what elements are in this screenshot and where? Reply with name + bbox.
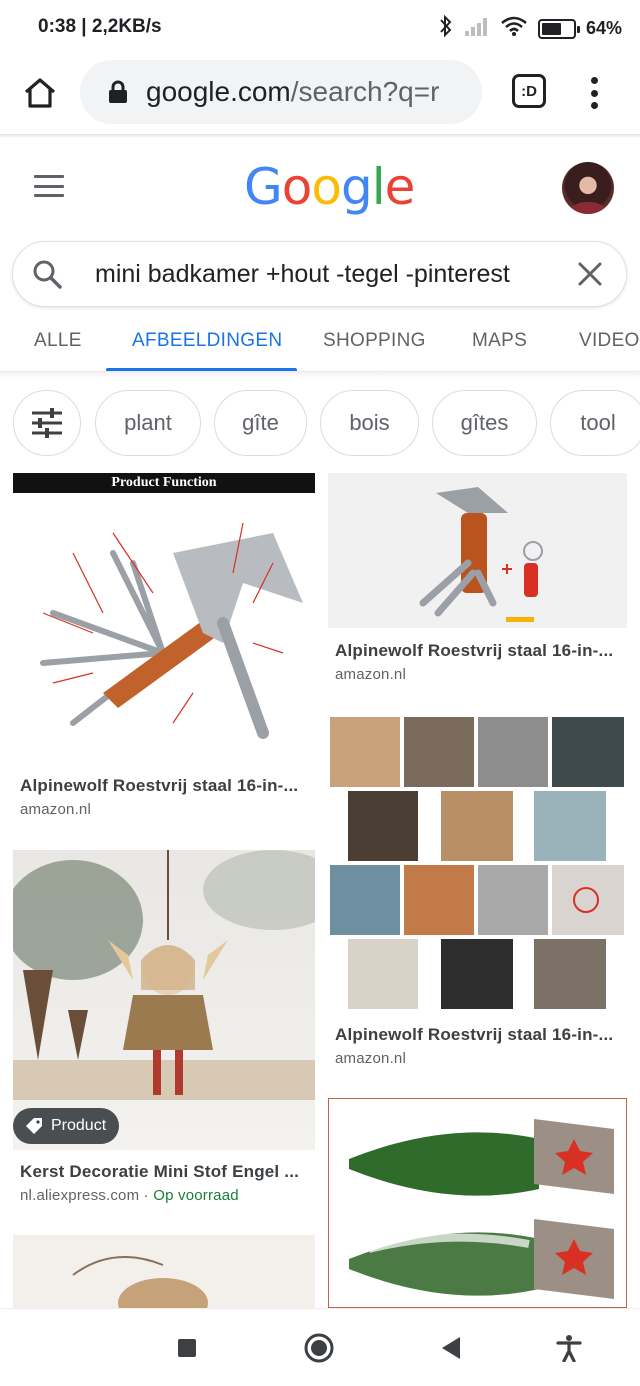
result-image-multitool-collage[interactable]	[328, 715, 627, 1013]
angel-ornament-illustration	[13, 850, 315, 1100]
accessibility-button[interactable]	[552, 1331, 586, 1365]
result-source-line: nl.aliexpress.com · Op voorraad	[20, 1187, 239, 1204]
stock-status: · Op voorraad	[143, 1187, 239, 1204]
chip-gite[interactable]: gîte	[214, 390, 307, 456]
home-icon	[24, 78, 56, 108]
chip-gites[interactable]: gîtes	[432, 390, 537, 456]
result-source: amazon.nl	[335, 1050, 407, 1067]
chip-tool[interactable]: tool	[550, 390, 640, 456]
logo-letter: o	[311, 158, 342, 216]
circle-icon	[304, 1333, 334, 1363]
more-menu-button[interactable]	[585, 73, 603, 113]
search-icon[interactable]	[31, 258, 63, 295]
result-title[interactable]: Alpinewolf Roestvrij staal 16-in-...	[335, 1025, 620, 1045]
close-icon[interactable]	[576, 260, 604, 293]
tab-images[interactable]: AFBEELDINGEN	[132, 330, 282, 352]
accessibility-icon	[556, 1335, 582, 1362]
tag-icon	[26, 1118, 42, 1134]
result-source: nl.aliexpress.com	[20, 1187, 140, 1204]
photo-collage	[330, 717, 624, 1009]
result-image-mini-trees[interactable]	[328, 1098, 627, 1308]
logo-letter: e	[384, 158, 416, 216]
android-nav-bar	[0, 1308, 640, 1386]
battery-icon	[537, 18, 580, 39]
result-title[interactable]: Kerst Decoratie Mini Stof Engel ...	[20, 1162, 305, 1182]
hamburger-menu-icon[interactable]	[34, 175, 64, 197]
status-icons: 64%	[438, 14, 622, 43]
tab-all[interactable]: ALLE	[34, 330, 82, 352]
browser-toolbar: google.com/search?q=r :D	[0, 56, 640, 134]
result-image-ornament-partial[interactable]	[13, 1235, 315, 1308]
google-logo[interactable]: Google	[244, 158, 416, 216]
result-image-angel-ornament[interactable]	[13, 850, 315, 1150]
url-path: /search?q=r	[290, 76, 440, 107]
result-image-multitool-diagram[interactable]: Product Function	[13, 473, 315, 765]
status-bar: 0:38 | 2,2KB/s 64%	[0, 0, 640, 56]
menu-dot	[590, 77, 598, 84]
bluetooth-icon	[438, 14, 454, 43]
signal-icon	[464, 15, 490, 42]
menu-dot	[590, 102, 598, 109]
search-box[interactable]: mini badkamer +hout -tegel -pinterest	[12, 241, 627, 307]
logo-letter: l	[371, 158, 386, 216]
filter-settings-button[interactable]	[13, 390, 81, 456]
avatar[interactable]	[562, 162, 614, 214]
result-source: amazon.nl	[20, 801, 92, 818]
image-heading: Product Function	[13, 473, 315, 493]
product-badge: Product	[13, 1108, 119, 1144]
logo-letter: G	[244, 158, 283, 216]
status-time-speed: 0:38 | 2,2KB/s	[38, 16, 162, 37]
recents-button[interactable]	[170, 1331, 204, 1365]
tab-switcher-button[interactable]: :D	[512, 74, 546, 108]
toolbar-divider	[0, 134, 640, 138]
logo-letter: g	[340, 158, 373, 216]
tabs-divider	[0, 372, 640, 378]
tab-maps[interactable]: MAPS	[472, 330, 527, 352]
result-title[interactable]: Alpinewolf Roestvrij staal 16-in-...	[20, 776, 305, 796]
product-badge-label: Product	[51, 1117, 107, 1134]
result-source: amazon.nl	[335, 666, 407, 683]
result-title[interactable]: Alpinewolf Roestvrij staal 16-in-...	[335, 641, 620, 661]
ornament-partial-illustration	[72, 1256, 208, 1308]
multitool-product-illustration	[419, 487, 543, 622]
logo-letter: o	[281, 158, 313, 216]
address-bar[interactable]: google.com/search?q=r	[80, 60, 482, 124]
url-text: google.com/search?q=r	[146, 76, 439, 108]
tab-shopping[interactable]: SHOPPING	[323, 330, 426, 352]
menu-dot	[590, 89, 598, 97]
back-triangle-icon	[442, 1337, 460, 1359]
back-button[interactable]	[434, 1331, 468, 1365]
chip-plant[interactable]: plant	[95, 390, 201, 456]
square-icon	[178, 1339, 196, 1357]
mini-trees-illustration	[349, 1119, 614, 1299]
tab-videos[interactable]: VIDEO'S	[579, 330, 640, 352]
home-button[interactable]	[18, 71, 62, 115]
wifi-icon	[500, 15, 528, 42]
search-tabs: ALLE AFBEELDINGEN SHOPPING MAPS VIDEO'S	[0, 318, 640, 372]
lock-icon	[108, 80, 128, 109]
url-domain: google.com	[146, 76, 291, 107]
battery-percent: 64%	[585, 18, 622, 38]
tune-icon	[32, 408, 62, 438]
home-nav-button[interactable]	[302, 1331, 336, 1365]
chip-bois[interactable]: bois	[320, 390, 419, 456]
multitool-illustration	[40, 522, 303, 739]
search-input[interactable]: mini badkamer +hout -tegel -pinterest	[95, 260, 510, 289]
result-image-multitool-product[interactable]	[328, 473, 627, 628]
